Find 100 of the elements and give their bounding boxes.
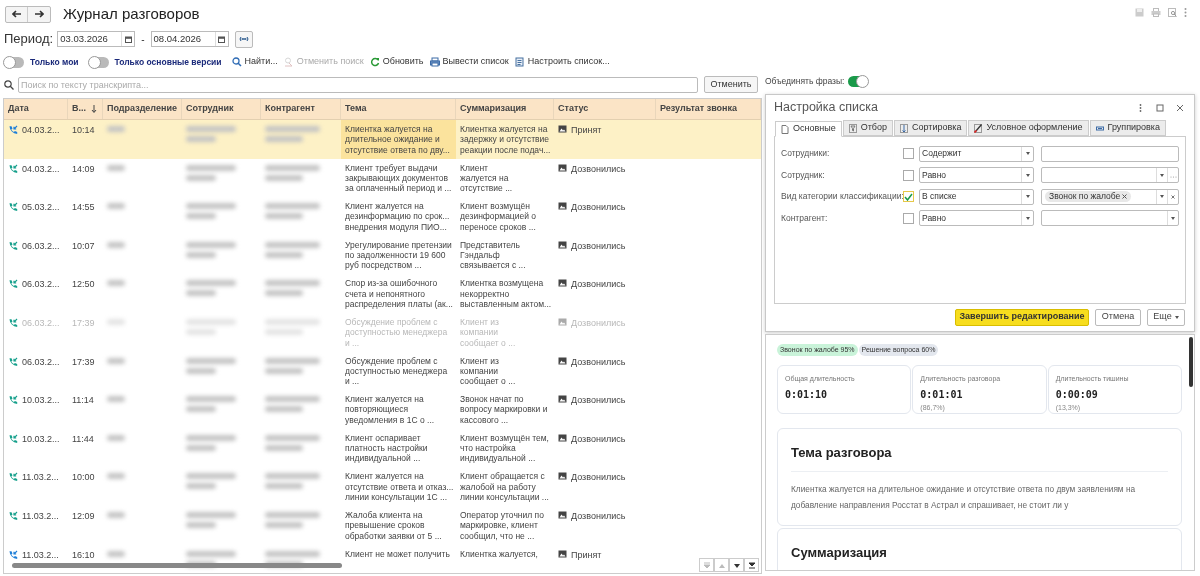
printer-icon xyxy=(429,57,440,67)
toolbar-button[interactable]: Настроить список... xyxy=(514,55,610,69)
time-cell-text: 14:09 xyxy=(72,162,96,176)
date-field[interactable]: 03.03.2026 xyxy=(57,31,136,47)
cancel-button[interactable]: Отменить xyxy=(704,76,758,93)
grouping-icon xyxy=(1095,123,1104,133)
dialog-tab[interactable]: Основные xyxy=(775,121,842,137)
column-header[interactable]: Подразделение xyxy=(103,99,182,119)
date-cell: 11.03.2... xyxy=(22,471,59,485)
value-field[interactable]: Звонок по жалобе xyxy=(1041,188,1179,205)
topic-cell-text: Обсуждение проблем с доступностью менеджера и ... xyxy=(345,355,449,387)
redacted-text xyxy=(265,290,303,297)
window-title: Журнал разговоров xyxy=(63,3,200,24)
redacted-text xyxy=(265,473,320,480)
condition-dropdown[interactable]: Содержит xyxy=(919,145,1034,162)
redacted-text xyxy=(265,136,303,142)
condition-dropdown[interactable]: Равно xyxy=(919,167,1034,183)
redacted-text xyxy=(186,444,216,451)
value-tag[interactable]: Звонок по жалобе xyxy=(1045,191,1132,202)
down-button[interactable] xyxy=(729,558,744,572)
redacted-text xyxy=(107,203,125,210)
dialog-tab[interactable]: Отбор xyxy=(842,120,893,136)
column-header[interactable]: В... xyxy=(68,99,103,119)
cancel-button[interactable]: Отмена xyxy=(1095,308,1141,326)
toggle-switch[interactable] xyxy=(88,56,109,68)
time-cell-text: 10:00 xyxy=(72,471,96,485)
table-row[interactable]: 04.03.2... 10:14 Клиентка жалуется на длительное ожидание и отсутствие ответа по дву... Клиентка жалуется на задержку и отсутствие реакции после подач... Принят xyxy=(4,120,761,159)
search-field[interactable]: Поиск по тексту транскрипта... xyxy=(18,76,698,93)
period-button[interactable] xyxy=(234,30,253,48)
dialog-tab[interactable]: Сортировка xyxy=(894,120,968,136)
checkbox[interactable] xyxy=(903,191,914,202)
save-icon xyxy=(1135,7,1144,17)
filter-label: Вид категории классификации: xyxy=(781,190,903,203)
redacted-text xyxy=(265,396,320,403)
redacted-text xyxy=(107,241,125,248)
status-cell-text: Принят xyxy=(571,124,602,137)
summary-cell: Клиент обращается с жалобой на работу линии консультации ... xyxy=(460,471,550,503)
time-cell-text: 12:09 xyxy=(72,509,96,523)
condition-dropdown[interactable]: Равно xyxy=(919,210,1034,226)
date-field[interactable]: 08.04.2026 xyxy=(150,31,229,47)
column-header[interactable]: Контрагент xyxy=(261,99,341,119)
column-header[interactable]: Дата xyxy=(4,99,68,119)
status-cell-text: Дозвонились xyxy=(571,355,626,369)
back-arrow-icon xyxy=(11,10,22,18)
refresh-icon xyxy=(369,57,380,67)
first-page-button[interactable] xyxy=(699,558,714,572)
dialog-tab[interactable]: Группировка xyxy=(1089,120,1166,136)
value-field[interactable] xyxy=(1041,145,1179,162)
search-icon xyxy=(231,57,242,67)
column-header[interactable]: Суммаризация xyxy=(456,99,554,119)
toggle-switch[interactable] xyxy=(4,56,24,68)
topic-cell-text: Клиент оспаривает платность настройки индивидуальной ... xyxy=(345,432,429,464)
redacted-text xyxy=(265,241,320,248)
vertical-scrollbar[interactable] xyxy=(1189,337,1193,387)
toggle-switch[interactable] xyxy=(848,75,869,87)
more-button[interactable]: Еще xyxy=(1147,308,1185,326)
toolbar-button[interactable]: Обновить xyxy=(369,55,424,69)
search-icon xyxy=(4,79,14,90)
redacted-text xyxy=(107,473,125,480)
condition-dropdown[interactable]: В списке xyxy=(919,188,1034,205)
redacted-text xyxy=(186,434,236,441)
checkbox[interactable] xyxy=(903,169,914,181)
time-cell-text: 11:14 xyxy=(72,394,95,408)
last-page-button[interactable] xyxy=(744,558,759,572)
brush-icon xyxy=(974,123,983,133)
column-header[interactable]: Тема xyxy=(341,99,456,119)
value-field[interactable] xyxy=(1041,210,1179,226)
redacted-text xyxy=(107,550,125,557)
sort-icon xyxy=(900,123,908,133)
status-cell-text: Принят xyxy=(571,548,602,562)
redacted-text xyxy=(186,164,236,171)
column-header[interactable]: Результат звонка xyxy=(656,99,761,119)
status-cell: Дозвонились xyxy=(571,471,626,485)
date-separator: - xyxy=(141,32,145,47)
redacted-text xyxy=(107,280,125,287)
column-header[interactable]: Статус xyxy=(554,99,656,119)
checkbox[interactable] xyxy=(903,212,914,224)
clear-icon xyxy=(1171,194,1175,199)
finish-editing-button[interactable]: Завершить редактирование xyxy=(955,308,1089,326)
topic-cell-text: Клиент жалуется на дезинформацию по срок... внедрения модуля ПИО... xyxy=(345,201,451,233)
toolbar-button[interactable]: Найти... xyxy=(231,55,278,69)
caret-icon xyxy=(1160,173,1164,177)
preview-icon xyxy=(1168,7,1177,17)
column-header[interactable]: Сотрудник xyxy=(182,99,261,119)
redacted-text xyxy=(107,434,125,441)
redacted-text xyxy=(186,367,216,374)
redacted-text xyxy=(107,126,125,132)
image-icon xyxy=(558,395,567,404)
toggle-label: Только основные версии xyxy=(114,55,222,69)
value-field[interactable] xyxy=(1041,167,1179,183)
status-cell: Дозвонились xyxy=(571,278,626,292)
checkbox[interactable] xyxy=(903,148,914,159)
maximize-icon xyxy=(1156,103,1164,112)
time-cell-text: 10:07 xyxy=(72,239,96,253)
horizontal-scrollbar[interactable] xyxy=(12,563,342,568)
forward-arrow-icon xyxy=(34,10,44,18)
cancel-search-icon xyxy=(283,57,294,67)
dialog-tab[interactable]: Условное оформление xyxy=(968,120,1089,136)
toolbar-button[interactable]: Вывести список xyxy=(429,55,509,69)
printer-icon xyxy=(1151,7,1161,17)
